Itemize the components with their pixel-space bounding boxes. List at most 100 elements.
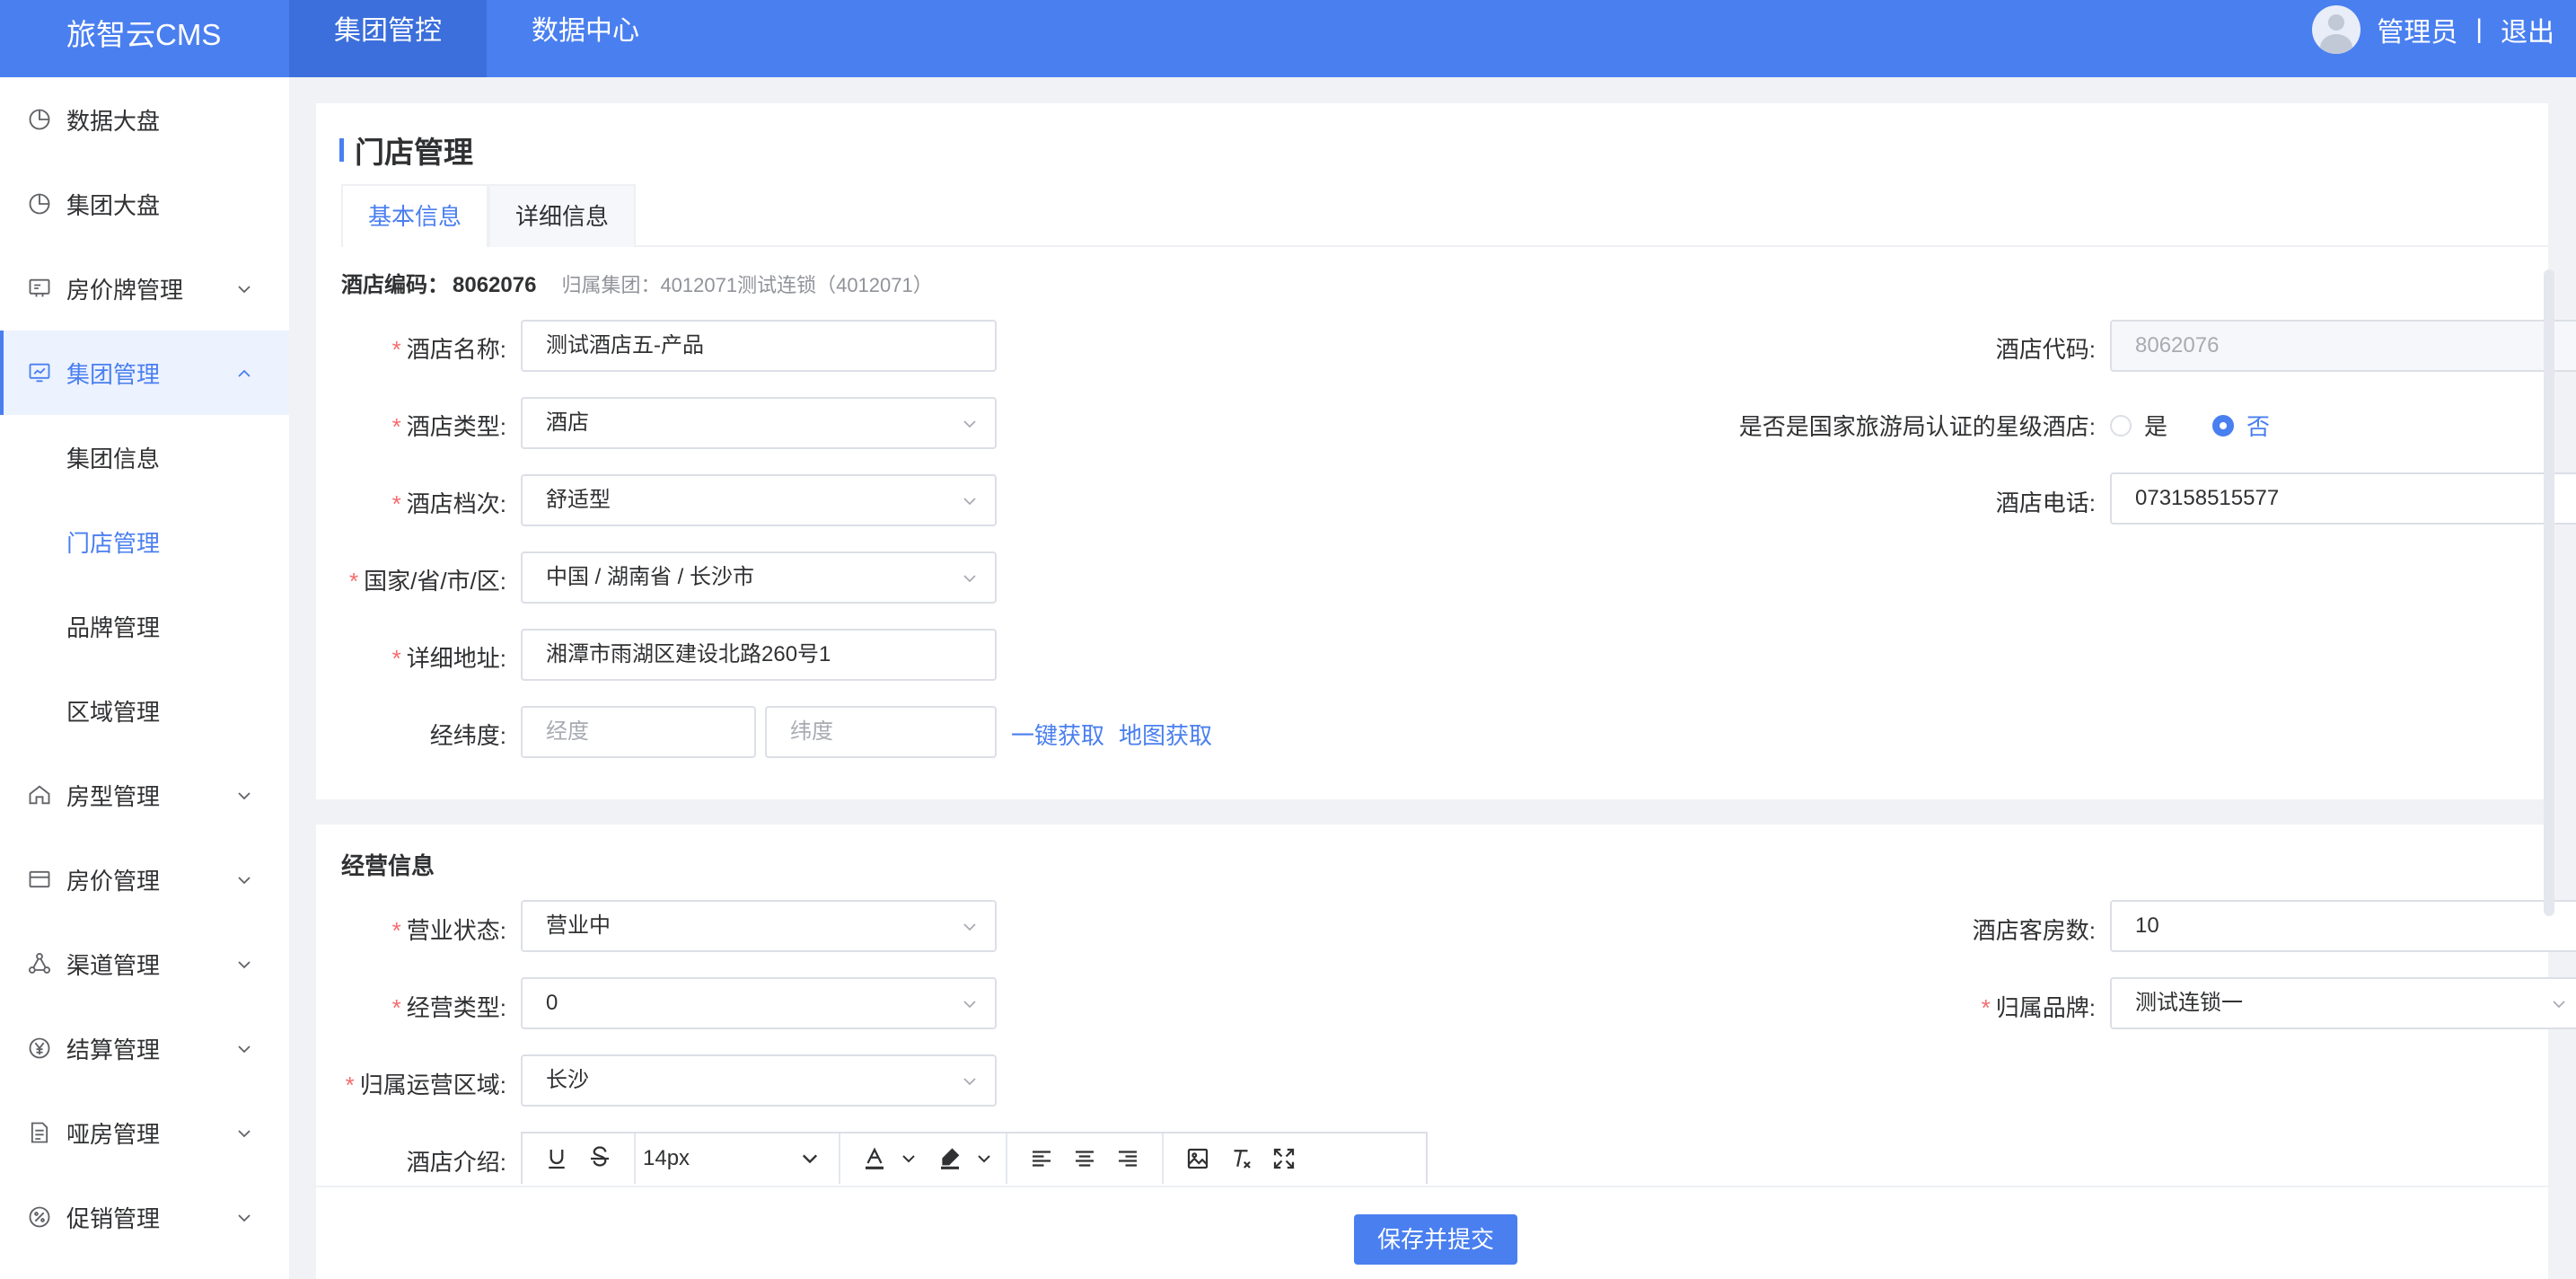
user-name[interactable]: 管理员 <box>2377 10 2457 49</box>
sidebar-item-room-price[interactable]: 房价管理 <box>0 837 289 922</box>
sidebar-item-promotion[interactable]: 促销管理 <box>0 1175 289 1259</box>
pie-chart-icon <box>27 191 52 216</box>
hotel-code-line: 酒店编码： 8062076 归属集团：4012071测试连锁（4012071） <box>341 267 933 298</box>
intro-label: 酒店介绍: <box>406 1149 506 1176</box>
sidebar-item-channel[interactable]: 渠道管理 <box>0 922 289 1006</box>
user-separator: | <box>2475 14 2483 44</box>
pie-chart-icon <box>27 107 52 132</box>
title-accent-bar <box>339 138 344 162</box>
hotel-grade-label: * 酒店档次: <box>391 490 506 517</box>
sidebar-item-group-info[interactable]: 集团信息 <box>0 415 289 499</box>
scrollbar[interactable] <box>2544 269 2554 916</box>
align-right-icon[interactable] <box>1106 1141 1149 1177</box>
sidebar-item-room-type[interactable]: 房型管理 <box>0 753 289 837</box>
hotel-type-label: * 酒店类型: <box>391 413 506 440</box>
sidebar-item-label: 品牌管理 <box>66 613 161 641</box>
region-label: * 国家/省/市/区: <box>348 568 506 595</box>
top-nav-data-center[interactable]: 数据中心 <box>487 0 684 77</box>
fullscreen-icon[interactable] <box>1262 1141 1306 1177</box>
radio-circle-selected[interactable] <box>2212 414 2234 437</box>
section-title: 经营信息 <box>341 852 435 879</box>
font-size-value: 14px <box>643 1146 690 1170</box>
strikethrough-icon[interactable] <box>578 1141 621 1177</box>
clear-format-icon[interactable] <box>1219 1141 1262 1177</box>
page-title-text: 门店管理 <box>355 136 473 169</box>
logout-link[interactable]: 退出 <box>2501 10 2554 49</box>
latitude-input[interactable]: 纬度 <box>765 706 997 758</box>
sidebar-item-price-board[interactable]: 房价牌管理 <box>0 246 289 331</box>
footer-bar: 保存并提交 <box>316 1186 2548 1279</box>
align-center-icon[interactable] <box>1063 1141 1106 1177</box>
star-yes-radio[interactable]: 是 <box>2110 409 2167 442</box>
sidebar-item-label: 房价管理 <box>66 867 161 895</box>
chevron-down-icon <box>963 498 976 506</box>
hotel-type-select[interactable]: 酒店 <box>521 397 997 449</box>
operation-region-select[interactable]: 长沙 <box>521 1054 997 1107</box>
star-certified-label: 是否是国家旅游局认证的星级酒店: <box>1738 413 2096 440</box>
sidebar-item-label: 集团信息 <box>66 445 161 472</box>
rich-text-toolbar: 14px <box>521 1132 1428 1184</box>
hotel-grade-select[interactable]: 舒适型 <box>521 474 997 526</box>
hotel-code-field-label: 酒店代码: <box>1995 336 2096 363</box>
business-type-select[interactable]: 0 <box>521 977 997 1029</box>
chevron-down-icon <box>238 1045 251 1054</box>
price-board-icon <box>27 276 52 301</box>
align-left-icon[interactable] <box>1020 1141 1063 1177</box>
room-count-label: 酒店客房数: <box>1972 917 2096 944</box>
sidebar-item-label: 集团管理 <box>66 360 161 388</box>
hotel-code-input: 8062076 <box>2110 320 2576 372</box>
toolbar-group-text-style <box>523 1133 636 1184</box>
chevron-down-icon <box>963 1001 976 1009</box>
sidebar-item-store-management[interactable]: 门店管理 <box>0 499 289 584</box>
save-submit-button[interactable]: 保存并提交 <box>1354 1214 1517 1265</box>
brand-logo[interactable]: 旅智云CMS <box>66 11 221 54</box>
hotel-name-label: * 酒店名称: <box>391 336 506 363</box>
chevron-down-icon <box>238 1130 251 1138</box>
room-count-input[interactable]: 10 <box>2110 900 2576 952</box>
sidebar-item-brand-management[interactable]: 品牌管理 <box>0 584 289 668</box>
underline-icon[interactable] <box>535 1141 578 1177</box>
tab-basic-info[interactable]: 基本信息 <box>341 184 489 247</box>
font-color-icon[interactable] <box>853 1141 896 1177</box>
avatar[interactable] <box>2312 5 2361 54</box>
sidebar-item-label: 结算管理 <box>66 1036 161 1063</box>
hotel-type-value: 酒店 <box>546 410 589 435</box>
longitude-input[interactable]: 经度 <box>521 706 756 758</box>
sidebar-item-dummy-room[interactable]: 哑房管理 <box>0 1090 289 1175</box>
sidebar-item-group-management[interactable]: 集团管理 <box>0 331 289 415</box>
discount-icon <box>27 1204 52 1230</box>
radio-circle[interactable] <box>2110 414 2132 437</box>
sidebar-item-region-management[interactable]: 区域管理 <box>0 668 289 753</box>
star-no-radio[interactable]: 否 <box>2212 409 2270 442</box>
sidebar-item-group-dashboard[interactable]: 集团大盘 <box>0 162 289 246</box>
brand-select[interactable]: 测试连锁一 <box>2110 977 2576 1029</box>
hotel-code-value: 8062076 <box>453 273 537 297</box>
region-cascader[interactable]: 中国 / 湖南省 / 长沙市 <box>521 551 997 604</box>
tab-detail-info[interactable]: 详细信息 <box>488 184 637 247</box>
business-status-value: 营业中 <box>546 913 611 938</box>
operation-region-value: 长沙 <box>546 1068 589 1092</box>
hotel-phone-label: 酒店电话: <box>1995 490 2096 516</box>
highlight-icon[interactable] <box>928 1141 971 1177</box>
chevron-down-icon[interactable] <box>900 1150 918 1168</box>
top-nav: 集团管控 数据中心 <box>289 0 684 77</box>
sidebar-item-label: 集团大盘 <box>66 191 161 219</box>
top-nav-group-control[interactable]: 集团管控 <box>289 0 487 77</box>
map-fetch-link[interactable]: 地图获取 <box>1119 718 1212 751</box>
address-input[interactable]: 湘潭市雨湖区建设北路260号1 <box>521 629 997 681</box>
user-area: 管理员 | 退出 <box>2312 5 2554 54</box>
chevron-down-icon <box>238 792 251 800</box>
auto-fetch-link[interactable]: 一键获取 <box>1011 718 1104 751</box>
business-status-select[interactable]: 营业中 <box>521 900 997 952</box>
font-size-select[interactable]: 14px <box>636 1133 840 1184</box>
sidebar-item-settlement[interactable]: 结算管理 <box>0 1006 289 1090</box>
chevron-down-icon[interactable] <box>975 1150 993 1168</box>
toolbar-group-align <box>1007 1133 1164 1184</box>
image-icon[interactable] <box>1176 1141 1219 1177</box>
hotel-phone-input[interactable]: 073158515577 <box>2110 472 2576 525</box>
monitor-icon <box>27 360 52 385</box>
hotel-code-label: 酒店编码： <box>341 273 449 297</box>
sidebar-item-data-dashboard[interactable]: 数据大盘 <box>0 77 289 162</box>
hotel-name-input[interactable]: 测试酒店五-产品 <box>521 320 997 372</box>
address-label: * 详细地址: <box>391 645 506 672</box>
